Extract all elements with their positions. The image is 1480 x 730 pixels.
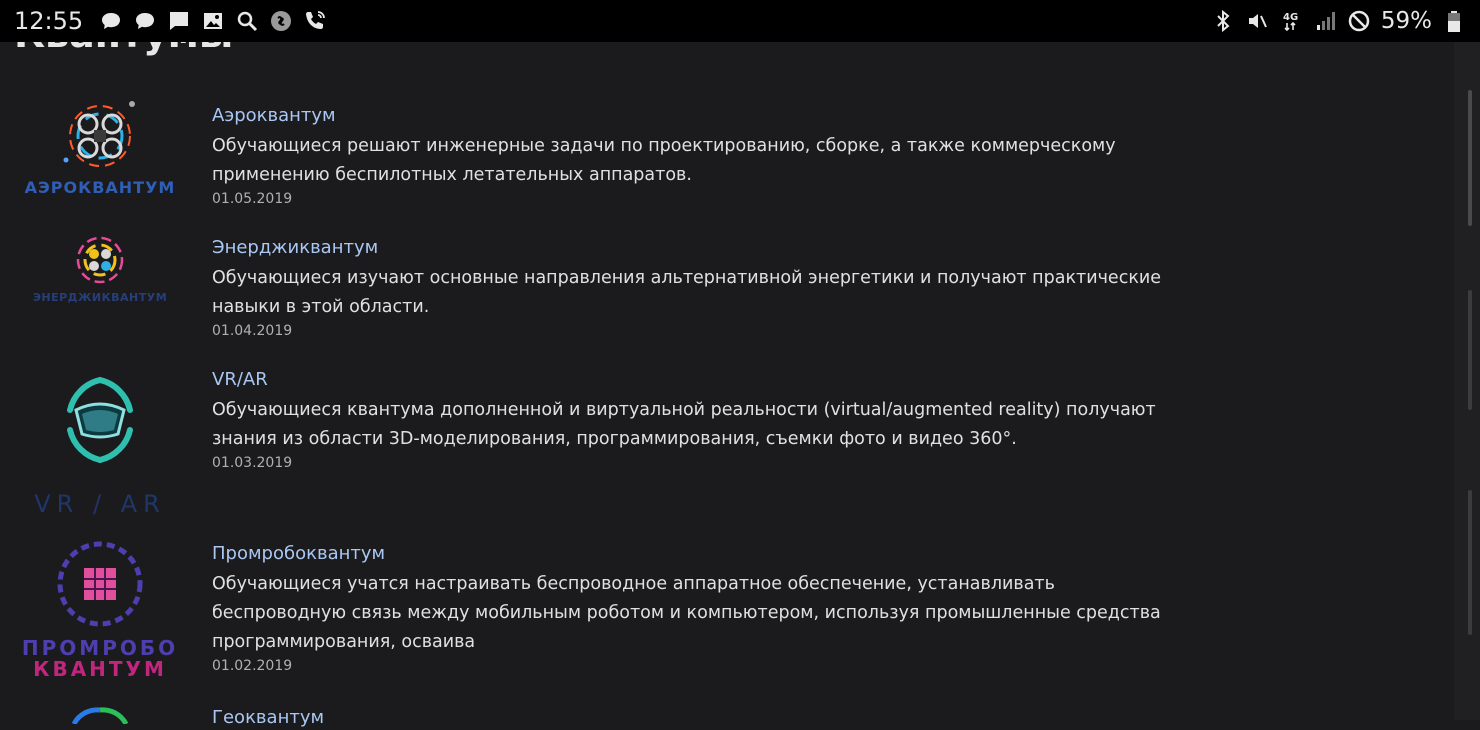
geokvantum-logo [10, 704, 192, 724]
item-date: 01.03.2019 [212, 455, 293, 471]
energykvantum-logo-text: ЭНЕРДЖИКВАНТУМ [33, 291, 167, 304]
status-time: 12:55 [14, 7, 84, 35]
item-description-line: знания из области 3D-моделирования, прог… [212, 429, 1017, 449]
item-description: Обучающиеся учатся настраивать беспровод… [212, 570, 1202, 657]
wifi-call-icon [303, 9, 327, 33]
network-4g-icon: 4G [1279, 9, 1303, 33]
item-text-block: Геоквантум [212, 706, 1202, 730]
scrollbar[interactable] [1468, 290, 1472, 410]
promrobokvantum-logo-text-2: КВАНТУМ [33, 657, 167, 681]
battery-icon [1442, 9, 1466, 33]
signal-icon [1313, 9, 1337, 33]
item-description-line: Обучающиеся квантума дополненной и вирту… [212, 400, 1156, 420]
image-icon [201, 9, 225, 33]
scrollbar[interactable] [1468, 490, 1472, 635]
status-bar: 12:55 4G 59% [0, 0, 1480, 42]
vibrate-icon [1245, 9, 1269, 33]
svg-text:4G: 4G [1283, 12, 1298, 23]
promrobokvantum-logo: ПРОМРОБО КВАНТУМ [10, 538, 192, 684]
item-description-line: навыки в этой области. [212, 297, 430, 317]
item-date: 01.02.2019 [212, 658, 293, 674]
item-date: 01.04.2019 [212, 323, 293, 339]
status-left: 12:55 [14, 7, 327, 35]
vrar-logo-text: VR / AR [34, 490, 166, 518]
chat-icon [167, 9, 191, 33]
item-text-block: Промробоквантум Обучающиеся учатся настр… [212, 542, 1202, 674]
vrar-logo: VR / AR [10, 370, 192, 520]
aerokvantum-logo-text: АЭРОКВАНТУМ [25, 178, 176, 197]
item-description-line: Обучающиеся решают инженерные задачи по … [212, 136, 1116, 156]
item-text-block: Энерджиквантум Обучающиеся изучают основ… [212, 236, 1202, 339]
item-description: Обучающиеся изучают основные направления… [212, 264, 1202, 322]
message-icon [133, 9, 157, 33]
item-date: 01.05.2019 [212, 191, 293, 207]
message-icon [99, 9, 123, 33]
item-text-block: Аэроквантум Обучающиеся решают инженерны… [212, 104, 1202, 207]
item-title[interactable]: VR/AR [212, 368, 1202, 392]
search-icon [235, 9, 259, 33]
aerokvantum-logo: АЭРОКВАНТУМ [10, 96, 192, 200]
status-right: 4G 59% [1211, 8, 1466, 34]
battery-percent: 59% [1380, 8, 1432, 34]
item-description-line: применению беспилотных летательных аппар… [212, 165, 692, 185]
no-sim-icon [1347, 9, 1371, 33]
item-title[interactable]: Промробоквантум [212, 542, 1202, 566]
item-description-line: беспроводную связь между мобильным робот… [212, 603, 1161, 623]
shazam-icon [269, 9, 293, 33]
item-description-line: Обучающиеся изучают основные направления… [212, 268, 1162, 288]
item-title[interactable]: Геоквантум [212, 706, 1202, 730]
item-description-line: программирования, осваива [212, 632, 476, 652]
item-description: Обучающиеся квантума дополненной и вирту… [212, 396, 1202, 454]
item-description-line: Обучающиеся учатся настраивать беспровод… [212, 574, 1055, 594]
bluetooth-icon [1211, 9, 1235, 33]
scrollbar[interactable] [1468, 90, 1472, 226]
item-description: Обучающиеся решают инженерные задачи по … [212, 132, 1202, 190]
right-panel-edge [1454, 42, 1480, 720]
item-title[interactable]: Энерджиквантум [212, 236, 1202, 260]
energykvantum-logo: ЭНЕРДЖИКВАНТУМ [10, 232, 192, 306]
item-text-block: VR/AR Обучающиеся квантума дополненной и… [212, 368, 1202, 471]
item-title[interactable]: Аэроквантум [212, 104, 1202, 128]
